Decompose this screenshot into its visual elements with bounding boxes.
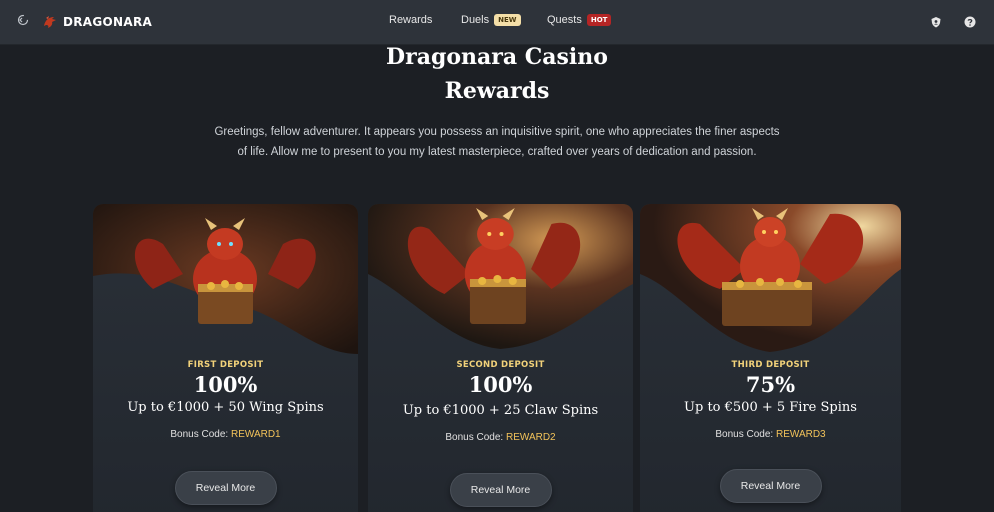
card-content: FIRST DEPOSIT 100% Up to €1000 + 50 Wing… [93, 360, 358, 440]
deposit-label: FIRST DEPOSIT [187, 360, 264, 370]
card-content: THIRD DEPOSIT 75% Up to €500 + 5 Fire Sp… [640, 360, 901, 440]
back-icon[interactable] [14, 13, 32, 31]
dragon-treasure-image [368, 204, 633, 349]
bonus-code-label: Bonus Code: [170, 429, 229, 440]
nav-rewards-label: Rewards [389, 14, 433, 26]
page-title-line1: Dragonara Casino [386, 44, 608, 70]
bonus-percent: 75% [745, 372, 796, 397]
brand-logo[interactable]: DRAGONARA [42, 12, 152, 32]
offer-text: Up to €1000 + 50 Wing Spins [127, 400, 324, 415]
bonus-code-label: Bonus Code: [715, 429, 774, 440]
bonus-code-label: Bonus Code: [445, 432, 504, 443]
intro-line-2: of life. Allow me to present to you my l… [237, 146, 757, 158]
bonus-code-value[interactable]: REWARD3 [776, 429, 826, 440]
dragon-treasure-image [640, 204, 901, 352]
new-badge: NEW [494, 14, 521, 26]
shield-icon[interactable] [930, 16, 942, 28]
bonus-percent: 100% [468, 372, 533, 397]
reward-card-third-deposit: THIRD DEPOSIT 75% Up to €500 + 5 Fire Sp… [640, 204, 901, 512]
reveal-more-button[interactable]: Reveal More [174, 471, 277, 505]
intro-line-1: Greetings, fellow adventurer. It appears… [214, 126, 780, 138]
deposit-label: SECOND DEPOSIT [456, 360, 545, 370]
reward-card-second-deposit: SECOND DEPOSIT 100% Up to €1000 + 25 Cla… [368, 204, 633, 512]
top-nav: DRAGONARA Rewards Duels NEW Quests HOT [0, 0, 994, 45]
deposit-label: THIRD DEPOSIT [731, 360, 810, 370]
reveal-more-button[interactable]: Reveal More [449, 473, 552, 507]
nav-duels[interactable]: Duels NEW [461, 14, 521, 26]
nav-quests-label: Quests [547, 14, 582, 26]
dragon-logo-icon [44, 16, 56, 28]
page-title-line2: Rewards [444, 78, 550, 104]
reveal-more-button[interactable]: Reveal More [719, 469, 822, 503]
bonus-code: Bonus Code: REWARD2 [368, 432, 633, 443]
help-icon[interactable] [964, 16, 976, 28]
bonus-code-value[interactable]: REWARD2 [506, 432, 556, 443]
bonus-code: Bonus Code: REWARD1 [93, 429, 358, 440]
offer-text: Up to €1000 + 25 Claw Spins [402, 403, 599, 418]
bonus-code: Bonus Code: REWARD3 [640, 429, 901, 440]
intro-text: Greetings, fellow adventurer. It appears… [195, 122, 799, 162]
nav-quests[interactable]: Quests HOT [547, 14, 612, 26]
nav-rewards[interactable]: Rewards [389, 14, 432, 26]
brand-name: DRAGONARA [63, 15, 153, 29]
back-icon-svg [17, 14, 29, 26]
nav-duels-label: Duels [461, 14, 490, 26]
bonus-percent: 100% [193, 372, 258, 397]
offer-text: Up to €500 + 5 Fire Spins [684, 400, 857, 415]
card-content: SECOND DEPOSIT 100% Up to €1000 + 25 Cla… [368, 360, 633, 443]
bonus-code-value[interactable]: REWARD1 [231, 429, 281, 440]
hot-badge: HOT [586, 14, 612, 26]
dragon-treasure-image [93, 204, 358, 354]
reward-card-first-deposit: FIRST DEPOSIT 100% Up to €1000 + 50 Wing… [93, 204, 358, 512]
